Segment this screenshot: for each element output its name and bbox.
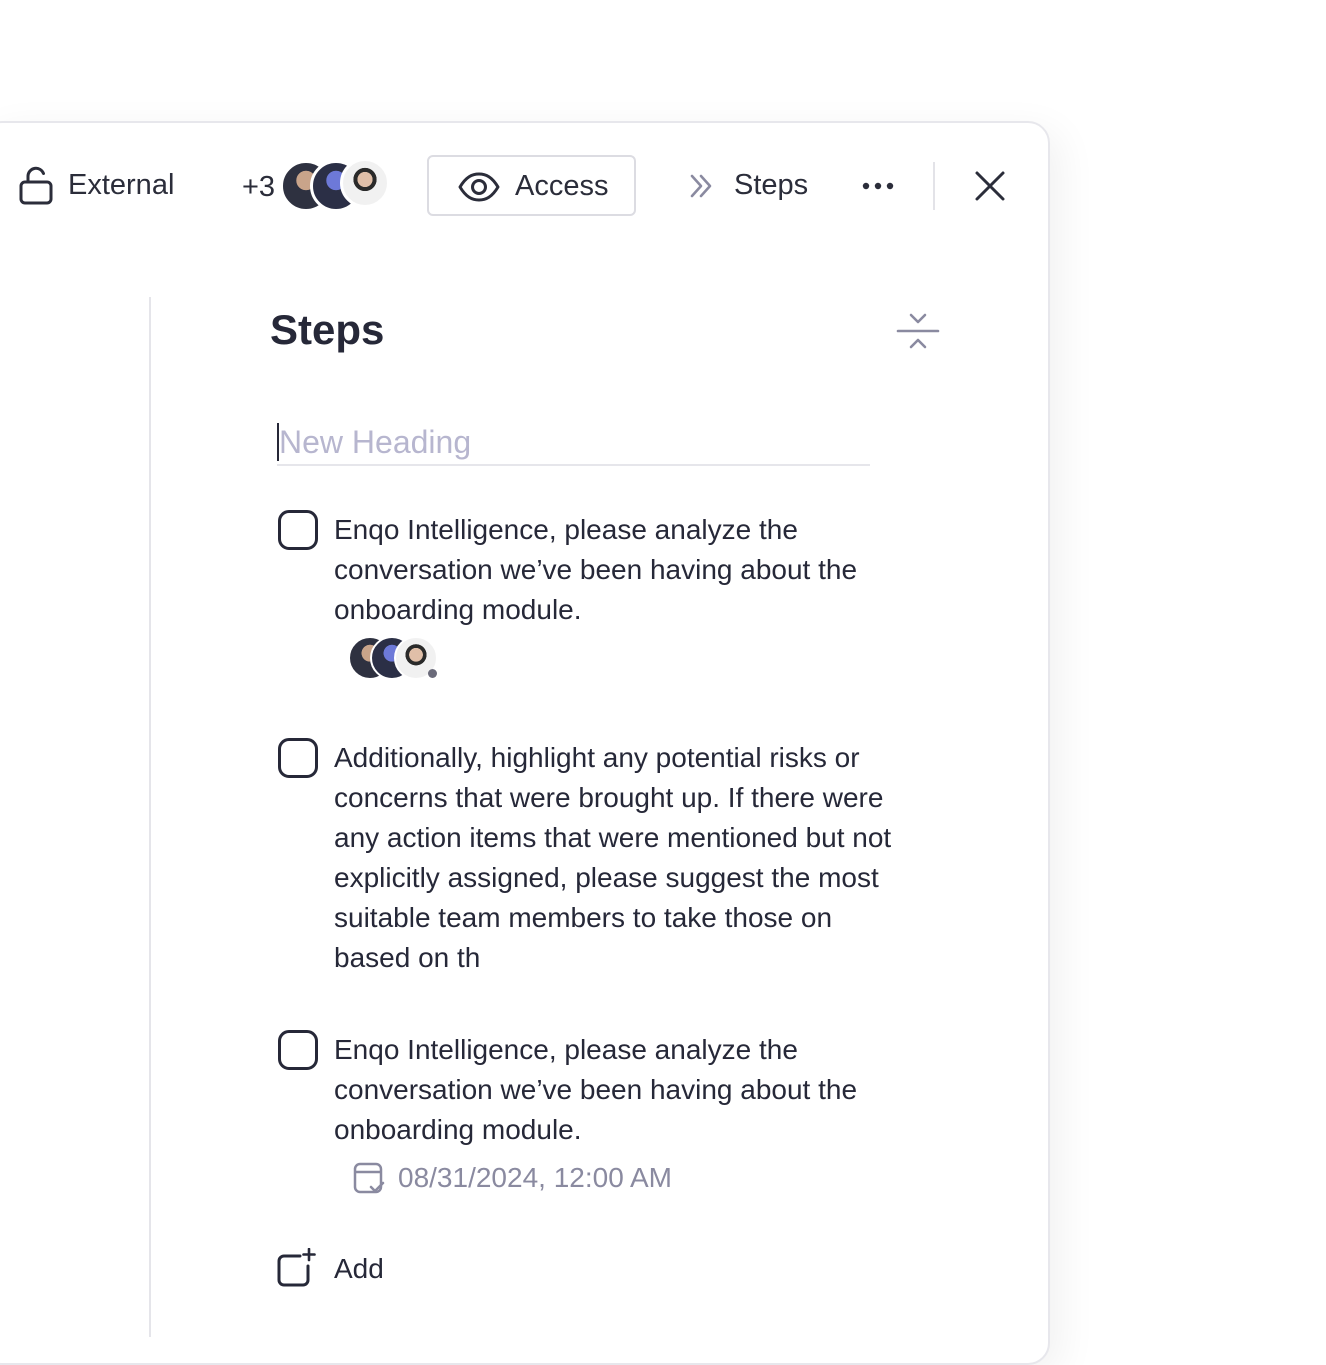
- extra-members-count: +3: [242, 171, 276, 203]
- close-icon[interactable]: [972, 168, 1008, 204]
- add-label: Add: [334, 1253, 384, 1284]
- step-text[interactable]: Enqo Intelligence, please analyze the co…: [334, 510, 894, 630]
- calendar-check-icon: [353, 1162, 385, 1194]
- steps-tab-label: Steps: [734, 169, 809, 201]
- due-date[interactable]: 08/31/2024, 12:00 AM: [352, 1160, 692, 1196]
- status-dot: [428, 669, 437, 678]
- toolbar-divider: [933, 162, 935, 210]
- steps-tab[interactable]: Steps: [688, 165, 813, 207]
- chevrons-right-icon: [690, 174, 712, 198]
- step-checkbox[interactable]: [278, 1030, 318, 1070]
- page-title: Steps: [270, 306, 385, 353]
- members-group[interactable]: +3: [240, 158, 390, 214]
- external-toggle[interactable]: External: [18, 165, 178, 207]
- content-divider: [149, 297, 151, 1337]
- step-checkbox[interactable]: [278, 510, 318, 550]
- due-date-text: 08/31/2024, 12:00 AM: [398, 1162, 672, 1193]
- access-label: Access: [515, 170, 609, 202]
- access-button[interactable]: Access: [427, 155, 636, 216]
- add-step-button[interactable]: Add: [276, 1248, 396, 1290]
- avatar: [340, 158, 390, 208]
- eye-icon: [458, 172, 500, 202]
- step-text[interactable]: Additionally, highlight any potential ri…: [334, 738, 894, 978]
- step-assignees[interactable]: [348, 636, 440, 680]
- heading-input[interactable]: [277, 420, 870, 466]
- external-label: External: [68, 169, 175, 201]
- collapse-icon[interactable]: [896, 312, 940, 350]
- text-caret: [277, 423, 279, 461]
- more-icon[interactable]: [860, 176, 898, 196]
- step-checkbox[interactable]: [278, 738, 318, 778]
- add-square-icon: [277, 1248, 316, 1287]
- unlock-icon: [19, 166, 53, 205]
- step-text[interactable]: Enqo Intelligence, please analyze the co…: [334, 1030, 894, 1150]
